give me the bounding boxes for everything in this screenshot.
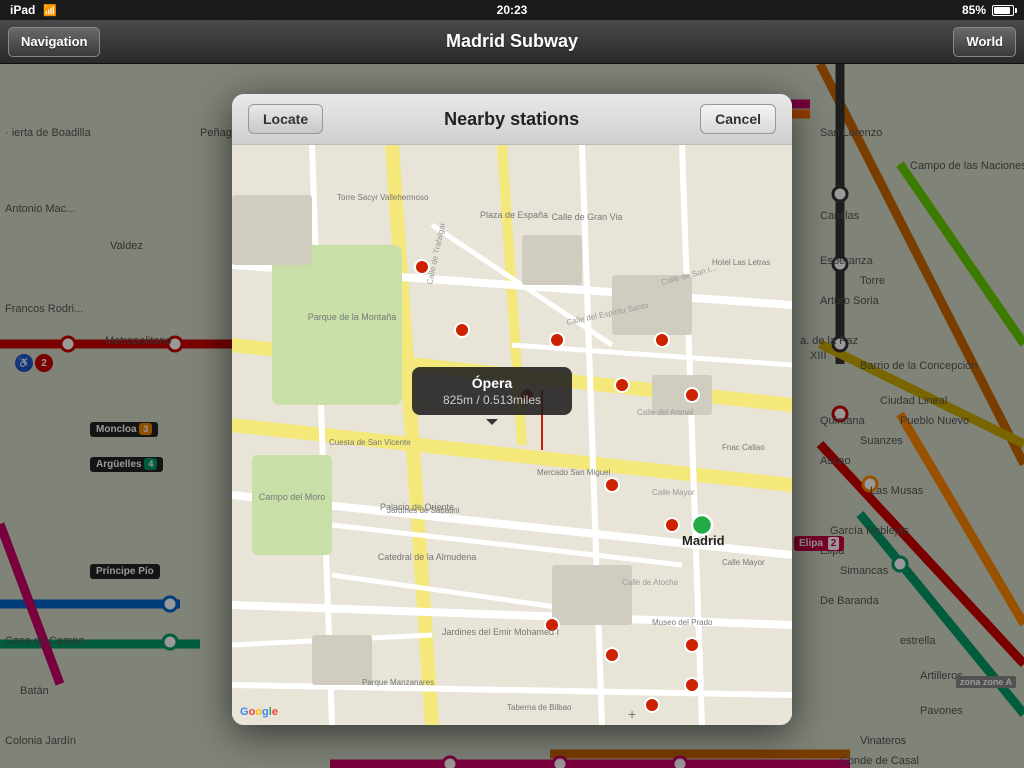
modal-header: Locate Nearby stations Cancel [232, 94, 792, 145]
svg-text:Hotel Las Letras: Hotel Las Letras [712, 258, 770, 267]
cancel-button[interactable]: Cancel [700, 104, 776, 134]
navigation-button[interactable]: Navigation [8, 27, 100, 57]
svg-text:Parque Manzanares: Parque Manzanares [362, 678, 434, 687]
svg-text:Catedral de la Almudena: Catedral de la Almudena [378, 552, 477, 562]
battery-percent: 85% [962, 3, 986, 17]
svg-text:Campo del Moro: Campo del Moro [259, 492, 326, 502]
station-callout[interactable]: Ópera 825m / 0.513miles [412, 367, 572, 415]
svg-text:Parque de la Montaña: Parque de la Montaña [308, 312, 397, 322]
nearby-stations-modal: Locate Nearby stations Cancel [232, 94, 792, 725]
navigation-bar: Navigation Madrid Subway World [0, 20, 1024, 64]
svg-text:Mercado San Miguel: Mercado San Miguel [537, 468, 611, 477]
svg-text:Jardines de Sabatini: Jardines de Sabatini [387, 506, 460, 515]
modal-overlay: Locate Nearby stations Cancel [0, 64, 1024, 768]
svg-text:+: + [628, 706, 636, 722]
svg-text:Torre Sacyr Vallehermoso: Torre Sacyr Vallehermoso [337, 193, 429, 202]
status-bar: iPad 📶 20:23 85% [0, 0, 1024, 20]
clock: 20:23 [497, 3, 528, 17]
svg-text:Google: Google [240, 706, 278, 718]
svg-text:Jardines del Emir Mohamed I: Jardines del Emir Mohamed I [442, 627, 559, 637]
battery-icon [992, 5, 1014, 16]
svg-text:Calle de Atocha: Calle de Atocha [622, 578, 679, 587]
svg-text:Taberna de Bilbao: Taberna de Bilbao [507, 703, 572, 712]
modal-title: Nearby stations [323, 109, 700, 130]
wifi-icon: 📶 [43, 4, 57, 17]
svg-text:Calle del Arenal: Calle del Arenal [637, 408, 693, 417]
svg-text:Plaza de España: Plaza de España [480, 210, 548, 220]
battery-fill [994, 7, 1010, 14]
svg-text:Fnac Callao: Fnac Callao [722, 443, 765, 452]
svg-text:Calle de Gran Via: Calle de Gran Via [552, 212, 623, 222]
callout-station-name: Ópera [426, 375, 558, 391]
svg-text:Calle Mayor: Calle Mayor [652, 488, 695, 497]
map-svg: Madrid Parque de la Montaña Campo del Mo… [232, 145, 792, 725]
modal-map[interactable]: Madrid Parque de la Montaña Campo del Mo… [232, 145, 792, 725]
svg-text:Cuesta de San Vicente: Cuesta de San Vicente [329, 438, 411, 447]
status-left: iPad 📶 [10, 3, 57, 17]
svg-text:Madrid: Madrid [682, 533, 725, 548]
svg-text:Calle Mayor: Calle Mayor [722, 558, 765, 567]
app-title: Madrid Subway [446, 31, 578, 52]
locate-button[interactable]: Locate [248, 104, 323, 134]
svg-text:Museo del Prado: Museo del Prado [652, 618, 713, 627]
device-label: iPad [10, 3, 35, 17]
world-button[interactable]: World [953, 27, 1016, 57]
callout-distance: 825m / 0.513miles [426, 393, 558, 407]
status-right: 85% [962, 3, 1014, 17]
